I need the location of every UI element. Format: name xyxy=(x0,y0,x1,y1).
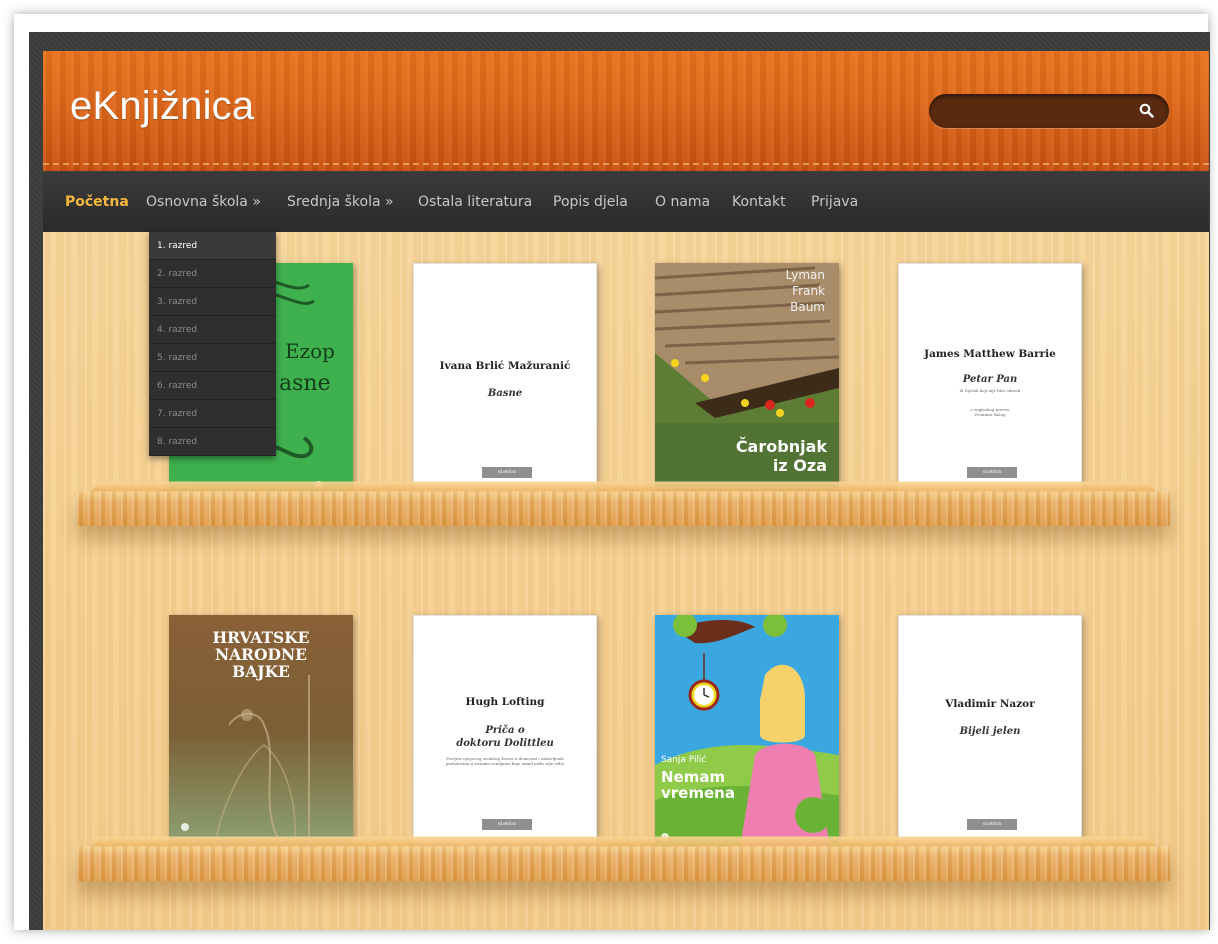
book-title: Petar Pan xyxy=(962,374,1018,385)
book-title: Bijeli jelen xyxy=(959,726,1021,737)
site-logo[interactable]: eKnjižnica xyxy=(70,84,254,129)
publisher-badge: eLektira xyxy=(482,467,532,478)
search-icon[interactable] xyxy=(1138,102,1156,120)
nav-item-popis-djela[interactable]: Popis djela xyxy=(553,194,628,210)
shelf-bottom xyxy=(77,846,1170,881)
book-hrvatske-narodne-bajke[interactable]: HRVATSKE NARODNE BAJKE xyxy=(169,615,353,848)
book-title: Čarobnjak iz Oza xyxy=(735,437,827,475)
osnovna-skola-dropdown: 1. razred 2. razred 3. razred 4. razred … xyxy=(149,232,276,456)
search-box xyxy=(929,94,1169,128)
book-author: James Matthew Barrie xyxy=(924,348,1056,360)
book-author: Sanja Pilić xyxy=(661,755,707,765)
nav-item-kontakt[interactable]: Kontakt xyxy=(732,194,786,210)
book-brlic-basne[interactable]: Ivana Brlić Mažuranić Basne eLektira xyxy=(413,263,597,496)
dropdown-item-7-razred[interactable]: 7. razred xyxy=(149,400,276,428)
book-bijeli-jelen[interactable]: Vladimir Nazor Bijeli jelen eLektira xyxy=(898,615,1082,848)
book-author: Ivana Brlić Mažuranić xyxy=(439,360,571,372)
nav-item-osnovna-skola[interactable]: Osnovna škola » xyxy=(146,194,261,210)
publisher-badge: eLektira xyxy=(482,819,532,830)
publisher-badge: eLektira xyxy=(967,819,1017,830)
nav-item-pocetna[interactable]: Početna xyxy=(65,194,129,210)
cover-illustration xyxy=(655,615,839,848)
search-input[interactable] xyxy=(943,100,1137,124)
dropdown-item-8-razred[interactable]: 8. razred xyxy=(149,428,276,456)
publisher-badge: eLektira xyxy=(967,467,1017,478)
dropdown-item-2-razred[interactable]: 2. razred xyxy=(149,260,276,288)
book-carobnjak-iz-oza[interactable]: Lyman Frank Baum Čarobnjak iz Oza xyxy=(655,263,839,496)
book-subtitle: Povijest njegovog osobitog života u domo… xyxy=(445,756,565,766)
shelf-top xyxy=(77,491,1170,526)
book-petar-pan[interactable]: James Matthew Barrie Petar Pan ili Dječa… xyxy=(898,263,1082,496)
book-author: Hugh Lofting xyxy=(465,696,545,708)
dropdown-item-3-razred[interactable]: 3. razred xyxy=(149,288,276,316)
book-nemam-vremena[interactable]: Sanja Pilić Nemam vremena xyxy=(655,615,839,848)
nav-item-prijava[interactable]: Prijava xyxy=(811,194,858,210)
book-title: Nemam vremena xyxy=(661,768,735,802)
book-title: HRVATSKE NARODNE BAJKE xyxy=(212,628,310,681)
book-title: Basne xyxy=(487,388,523,399)
book-title: Priča o doktoru Dolittleu xyxy=(456,725,554,749)
book-prica-o-doktoru-dolittleu[interactable]: Hugh Lofting Priča o doktoru Dolittleu P… xyxy=(413,615,597,848)
book-title: asne xyxy=(279,371,331,396)
book-author: Vladimir Nazor xyxy=(945,698,1035,710)
nav-item-srednja-skola[interactable]: Srednja škola » xyxy=(287,194,394,210)
book-translator: s engleskog preveo Zvonimir Balog xyxy=(970,407,1010,417)
book-subtitle: ili Dječak koji nije htio odrasti xyxy=(959,388,1021,393)
dropdown-item-6-razred[interactable]: 6. razred xyxy=(149,372,276,400)
dropdown-item-1-razred[interactable]: 1. razred xyxy=(149,232,276,260)
dropdown-item-5-razred[interactable]: 5. razred xyxy=(149,344,276,372)
dropdown-item-4-razred[interactable]: 4. razred xyxy=(149,316,276,344)
book-author: Lyman Frank Baum xyxy=(785,268,825,314)
nav-item-ostala-literatura[interactable]: Ostala literatura xyxy=(418,194,532,210)
nav-item-o-nama[interactable]: O nama xyxy=(655,194,710,210)
book-author: Ezop xyxy=(285,339,335,363)
